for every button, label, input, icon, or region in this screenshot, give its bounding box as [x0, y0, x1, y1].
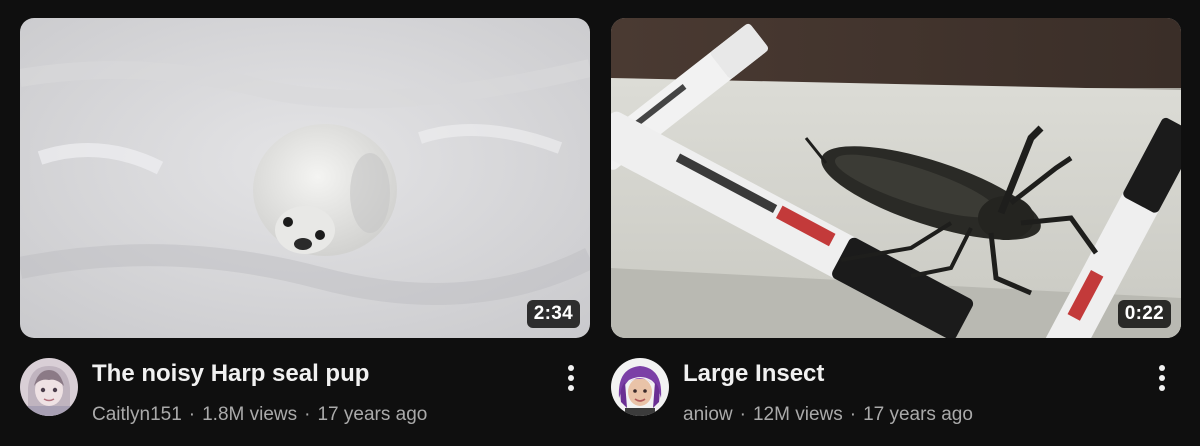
separator-dot: ·: [304, 404, 311, 425]
kebab-dot: [568, 385, 574, 391]
video-subline: aniow · 12M views · 17 years ago: [683, 404, 973, 426]
kebab-dot: [1159, 365, 1165, 371]
kebab-dot: [1159, 375, 1165, 381]
purple-hair-avatar-icon: [611, 358, 669, 416]
video-duration: 2:34: [526, 300, 580, 328]
upload-age: 17 years ago: [863, 404, 973, 425]
video-card[interactable]: 2:34 The noisy Harp seal pup Caitlyn151 ·…: [20, 18, 590, 428]
video-duration: 0:22: [1117, 300, 1171, 328]
view-count: 1.8M views: [202, 404, 298, 425]
more-actions-icon[interactable]: [1147, 360, 1177, 396]
cartoon-girl-avatar-icon: [20, 358, 78, 416]
video-thumbnail[interactable]: 2:34: [20, 18, 590, 338]
separator-dot: ·: [849, 404, 857, 425]
video-meta: The noisy Harp seal pup Caitlyn151 · 1.8M …: [20, 338, 590, 428]
video-meta: Large Insect aniow · 12M views · 17 years ag…: [611, 338, 1181, 428]
video-subline: Caitlyn151 · 1.8M views · 17 years ago: [92, 404, 427, 426]
video-thumbnail[interactable]: 0:22: [611, 18, 1181, 338]
seal-thumbnail-image: [20, 18, 590, 338]
channel-avatar[interactable]: [611, 358, 669, 416]
video-title[interactable]: Large Insect: [683, 360, 824, 388]
channel-name[interactable]: Caitlyn151: [92, 404, 182, 425]
kebab-dot: [568, 365, 574, 371]
channel-avatar[interactable]: [20, 358, 78, 416]
separator-dot: ·: [188, 404, 196, 425]
kebab-dot: [568, 375, 574, 381]
video-card[interactable]: 0:22 Large Insect aniow · 12M views · 17…: [611, 18, 1181, 428]
separator-dot: ·: [739, 404, 746, 425]
view-count: 12M views: [752, 404, 843, 425]
insect-thumbnail-image: [611, 18, 1181, 338]
upload-age: 17 years ago: [317, 404, 428, 425]
video-grid: 2:34 The noisy Harp seal pup Caitlyn151 ·…: [0, 0, 1200, 446]
channel-name[interactable]: aniow: [683, 404, 733, 425]
video-title[interactable]: The noisy Harp seal pup: [92, 360, 369, 388]
kebab-dot: [1159, 385, 1165, 391]
more-actions-icon[interactable]: [556, 360, 586, 396]
